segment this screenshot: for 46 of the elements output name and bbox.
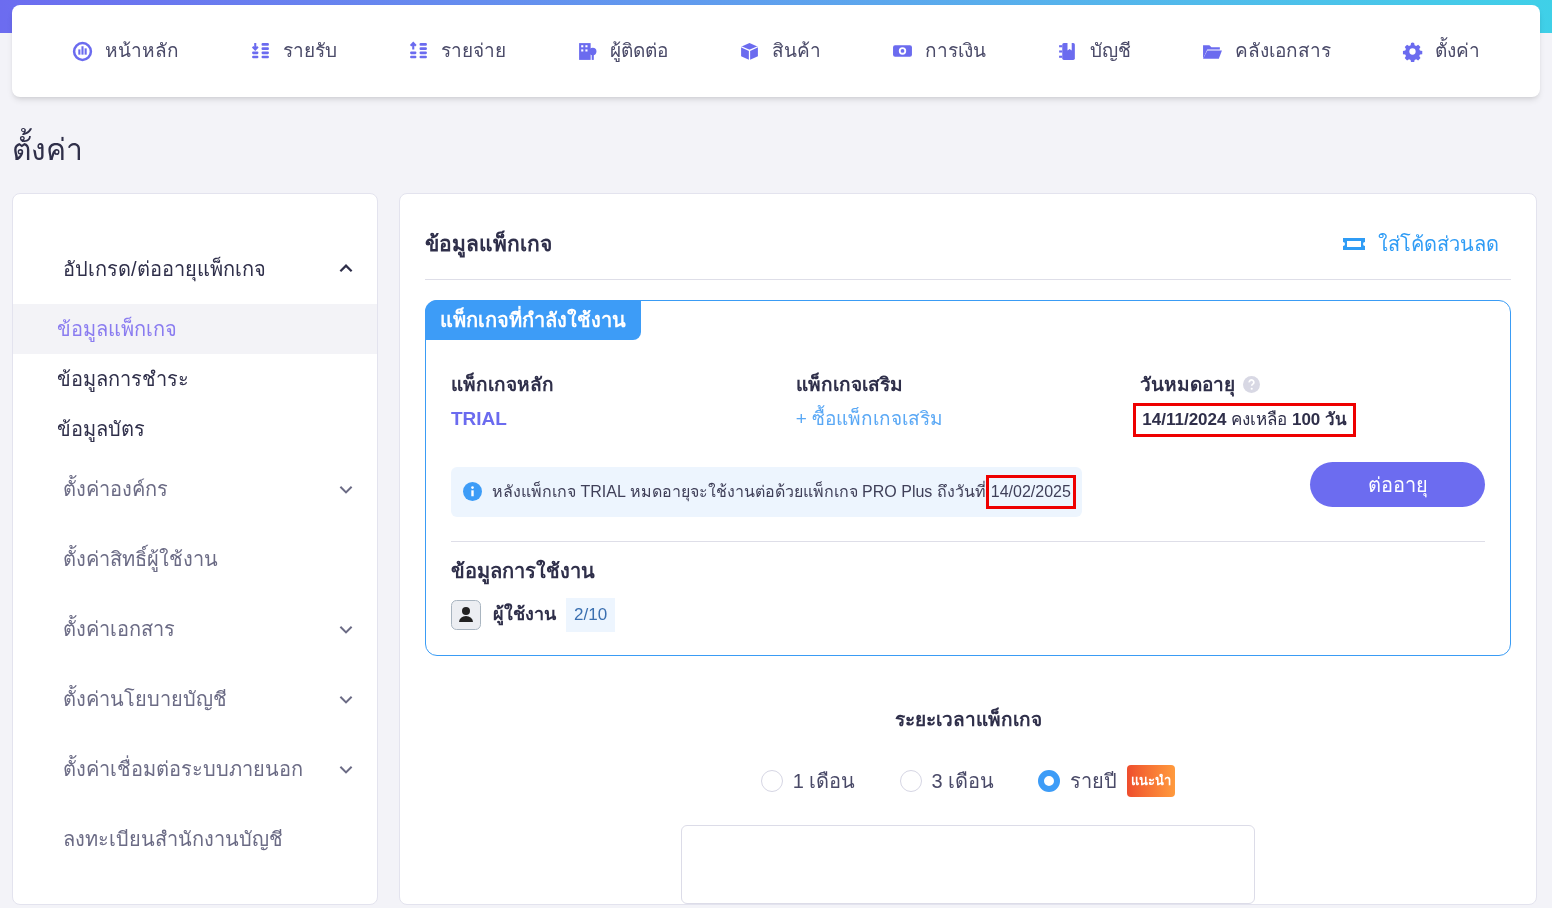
notice-date: 14/02/2025 [985,474,1076,509]
radio-button[interactable] [1038,769,1061,792]
page-title: ตั้งค่า [12,130,1552,170]
settings-icon [1402,40,1424,62]
usage-count: 2/10 [566,597,616,632]
card-tab-label: แพ็กเกจที่กำลังใช้งาน [425,299,641,340]
nav-link[interactable]: สินค้า [739,36,821,66]
section-title: ข้อมูลแพ็กเกจ [425,229,552,260]
dashboard-icon [71,40,93,62]
field-value: TRIAL [451,407,508,432]
nav-link[interactable]: หน้าหลัก [71,36,179,66]
sidebar-section[interactable]: ตั้งค่าสิทธิ์ผู้ใช้งาน [13,524,377,594]
recommended-badge: แนะนำ [1127,764,1176,797]
sidebar-item[interactable]: ข้อมูลบัตร [13,404,377,454]
ticket-icon [1342,235,1366,252]
building-icon [576,40,598,62]
duration-option[interactable]: 1 เดือน [760,765,856,796]
user-icon [451,599,481,630]
field-label: ผู้ใช้งาน [493,602,556,628]
usage-title: ข้อมูลการใช้งาน [451,555,1485,586]
field-label: วันหมดอายุ [1140,372,1236,399]
nav-link[interactable]: ตั้งค่า [1402,36,1481,66]
duration-option[interactable]: 3 เดือน [899,765,995,796]
sidebar-section[interactable]: ตั้งค่าเอกสาร [13,594,377,664]
sidebar-section[interactable]: อัปเกรด/ต่ออายุแพ็กเกจ [13,234,377,304]
nav-link[interactable]: รายรับ [249,36,337,66]
nav-link[interactable]: รายจ่าย [407,36,506,66]
sidebar-item[interactable]: ข้อมูลการชำระ [13,354,377,404]
box-icon [739,40,760,62]
sidebar-section[interactable]: ตั้งค่าเชื่อมต่อระบบภายนอก [13,734,377,804]
duration-option[interactable]: รายปี แนะนำ [1038,764,1176,797]
help-icon[interactable] [1243,376,1261,394]
nav-link[interactable]: บัญชี [1057,36,1132,66]
sidebar-section[interactable]: ลงทะเบียนสำนักงานบัญชี [13,804,377,874]
sidebar-section[interactable]: ตั้งค่าองค์กร [13,454,377,524]
expiry-date: 14/11/2024 คงเหลือ 100 วัน [1133,403,1357,437]
nav-link[interactable]: คลังเอกสาร [1202,36,1332,66]
info-icon [463,482,482,502]
nav-link[interactable]: ผู้ติดต่อ [576,36,668,66]
field-label: แพ็กเกจหลัก [451,371,555,397]
sidebar-section[interactable]: ตั้งค่านโยบายบัญชี [13,664,377,734]
nav-link[interactable]: การเงิน [892,36,987,66]
field-label: แพ็กเกจเสริม [795,371,904,397]
notice-text: หลังแพ็กเกจ TRIAL หมดอายุจะใช้งานต่อด้วยแพ็กเกจ PRO Plus ถึงวันที่ [492,480,986,504]
renew-button[interactable]: ต่ออายุ [1310,462,1485,508]
duration-title: ระยะเวลาแพ็กเกจ [894,706,1042,733]
